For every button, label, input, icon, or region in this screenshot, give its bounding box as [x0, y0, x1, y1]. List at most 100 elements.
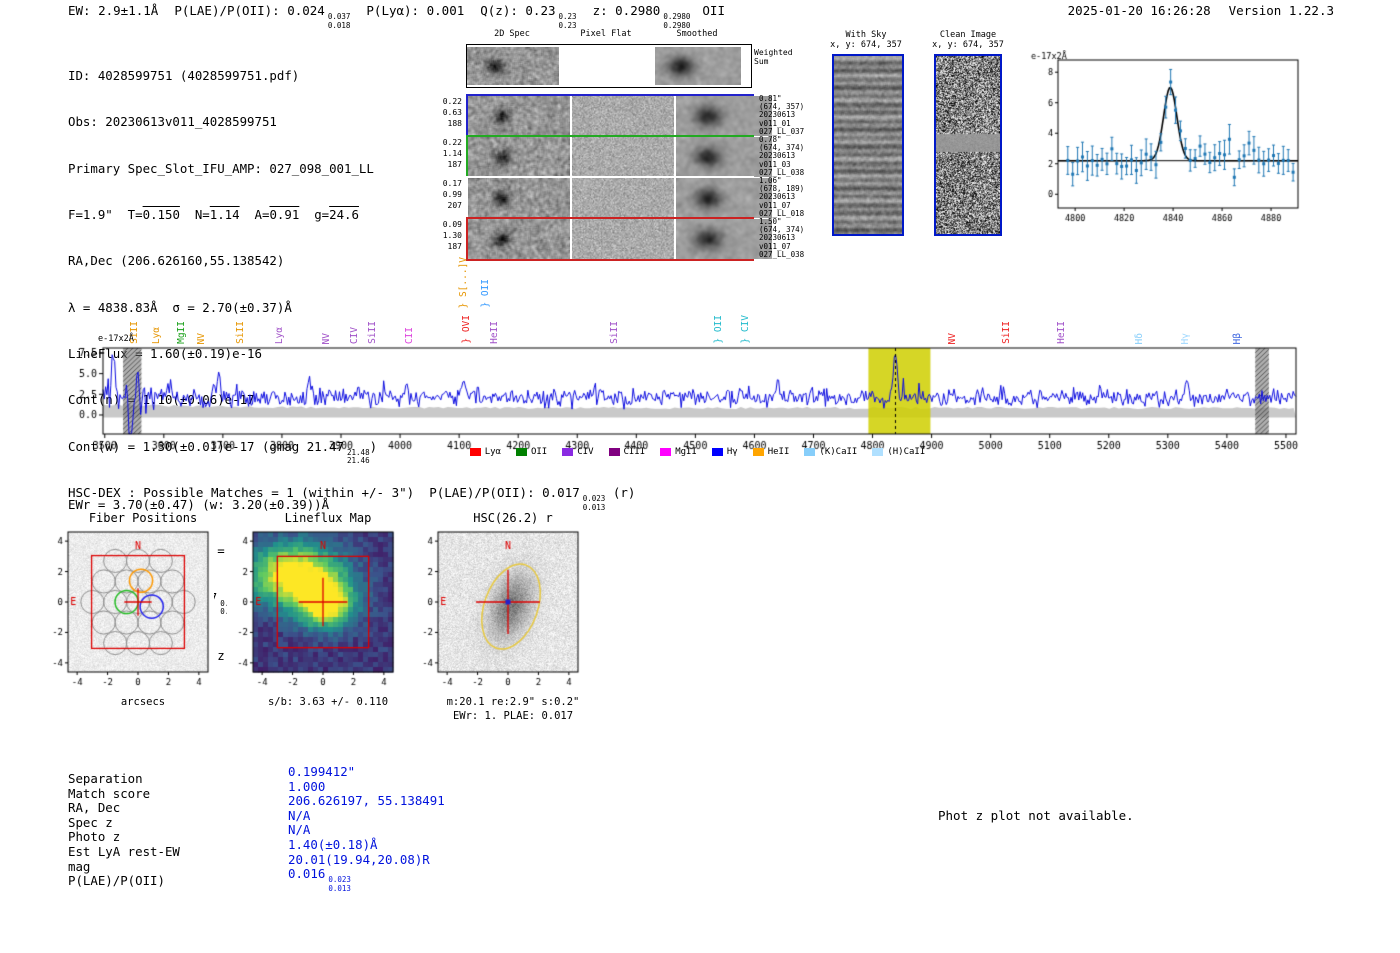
version-label: Version 1.22.3: [1229, 3, 1334, 18]
legend-item: Lyα: [470, 447, 501, 457]
hscdex-text: HSC-DEX : Possible Matches = 1 (within +…: [68, 485, 580, 500]
n-label: N=: [180, 207, 210, 222]
seeing-fwhm: F=1.9" T=: [68, 207, 143, 222]
line-annotation-CII: CII: [404, 327, 415, 344]
hscdex-band: (r): [605, 485, 635, 500]
weight-value: 207: [420, 200, 462, 211]
fiber-annotation: 1.50"(674, 374)20230613v011_07027_LL_038: [759, 217, 804, 259]
spectrum-y-units: e-17x2Å: [98, 334, 134, 344]
cutout-spec2d-image: [468, 96, 570, 136]
a-value: 0.91: [269, 207, 299, 222]
match-value: 0.199412": [288, 765, 355, 780]
legend-swatch: [470, 448, 481, 456]
legend-item: CIV: [562, 447, 593, 457]
match-value: 20.01(19.94,20.08)R: [288, 853, 430, 868]
lineflux-map-plot: [227, 526, 399, 694]
legend-label: CIV: [577, 447, 593, 457]
cutout-flat-image: [572, 219, 674, 259]
timestamp: 2025-01-20 16:26:28: [1068, 3, 1211, 18]
legend-label: (H)CaII: [887, 447, 925, 457]
spec2d-row: 0.170.992071.06"(678, 189)20230613v011_0…: [420, 176, 804, 217]
with-sky-title: With Sky: [828, 30, 904, 40]
qz-value: Q(z): 0.230.230.23: [480, 3, 576, 30]
qz-uncertainty: 0.230.23: [559, 13, 577, 30]
weight-value: 0.22: [420, 96, 462, 107]
match-label: P(LAE)/P(OII): [68, 874, 288, 900]
match-row: P(LAE)/P(OII)0.0160.0230.013: [68, 874, 445, 900]
line-type-label: OII: [702, 3, 725, 18]
match-row: Spec zN/A: [68, 816, 445, 831]
spectrum-legend: LyαOIICIVCIIIMgIIHγHeII(K)CaII(H)CaII: [95, 447, 1300, 457]
g-label: g=: [299, 207, 329, 222]
weighted-sum-label: Weighted Sum: [754, 48, 793, 66]
legend-item: (K)CaII: [804, 447, 857, 457]
fiber-annotation: 0.78"(674, 374)20230613v011_03027_LL_038: [759, 135, 804, 177]
weight-value: 1.14: [420, 148, 462, 159]
legend-label: CIII: [624, 447, 646, 457]
hsc-dex-match-line: HSC-DEX : Possible Matches = 1 (within +…: [68, 485, 635, 512]
cutout-spec2d-image: [468, 178, 570, 218]
info-wavelength: λ = 4838.83Å σ = 2.70(±0.37)Å: [68, 300, 377, 315]
spec2d-row: 0.220.631880.81"(674, 357)20230613v011_0…: [420, 94, 804, 135]
a-label: A=: [240, 207, 270, 222]
spec2d-column-headers: 2D Spec Pixel Flat Smoothed: [466, 29, 748, 39]
header-smoothed: Smoothed: [654, 29, 740, 39]
match-label: Spec z: [68, 816, 288, 831]
line-annotation-H: Hγ: [1180, 333, 1191, 344]
match-value: 206.626197, 55.138491: [288, 794, 445, 809]
line-annotation-HeII: HeII: [489, 321, 500, 344]
legend-swatch: [562, 448, 573, 456]
cutout-smooth-image: [676, 96, 772, 136]
clean-image-title: Clean Image: [930, 30, 1006, 40]
match-lower: 0.013: [328, 885, 351, 894]
throughput-value: 0.150: [143, 207, 180, 222]
weight-value: 0.63: [420, 107, 462, 118]
cutout-smooth-image: [676, 178, 772, 218]
hsc-cutout-title: HSC(26.2) r: [438, 511, 588, 525]
cutout-smooth-image: [676, 219, 772, 259]
legend-swatch: [660, 448, 671, 456]
clean-image: [934, 54, 1002, 236]
legend-label: (K)CaII: [819, 447, 857, 457]
header-pixel-flat: Pixel Flat: [560, 29, 652, 39]
cutout-flat-image: [572, 178, 674, 218]
match-value-text: 1.40(±0.18)Å: [288, 837, 378, 852]
match-row: Separation0.199412": [68, 772, 445, 787]
spec2d-image-strip: [466, 135, 754, 179]
info-seeing: F=1.9" T=0.150 N=1.14 A=0.91 g=24.6: [68, 207, 377, 222]
plae-label: P(LAE)/P(OII): 0.024: [174, 3, 325, 18]
line-annotation-NV: NV: [947, 333, 958, 344]
match-label: mag: [68, 860, 288, 875]
clean-image-header: Clean Image x, y: 674, 357: [930, 30, 1006, 50]
weighted-label-line1: Weighted: [754, 48, 793, 57]
photz-note: Phot z plot not available.: [938, 808, 1134, 823]
n-value: 1.14: [210, 207, 240, 222]
legend-item: (H)CaII: [872, 447, 925, 457]
clean-image-coords: x, y: 674, 357: [930, 40, 1006, 50]
full-spectrum-plot: [60, 345, 1310, 453]
match-value-text: 206.626197, 55.138491: [288, 793, 445, 808]
line-annotation-OII: } OII: [480, 279, 491, 308]
annotation-line: 027_LL_038: [759, 251, 804, 259]
legend-swatch: [804, 448, 815, 456]
plae-uncertainty: 0.0370.018: [328, 13, 351, 30]
cutout-smooth-image: [676, 137, 772, 177]
hsc-caption-ewr: EWr: 1. PLAE: 0.017: [423, 710, 603, 722]
weight-value: 0.09: [420, 219, 462, 230]
weight-value: 187: [420, 159, 462, 170]
match-label: RA, Dec: [68, 801, 288, 816]
legend-label: Lyα: [485, 447, 501, 457]
weighted-sum-blank-cell: [561, 47, 653, 85]
weighted-label-line2: Sum: [754, 57, 793, 66]
weight-value: 1.30: [420, 230, 462, 241]
hsc-cutout-plot: [412, 526, 584, 694]
match-row: RA, Dec206.626197, 55.138491: [68, 801, 445, 816]
match-value-text: 1.000: [288, 779, 325, 794]
legend-swatch: [712, 448, 723, 456]
line-annotation-CIV: } CIV: [740, 315, 751, 344]
fiber-weight-values: 0.091.30187: [420, 217, 466, 252]
match-label: Photo z: [68, 830, 288, 845]
plya-value: P(Lyα): 0.001: [366, 3, 464, 18]
legend-swatch: [609, 448, 620, 456]
match-value: N/A: [288, 823, 310, 838]
